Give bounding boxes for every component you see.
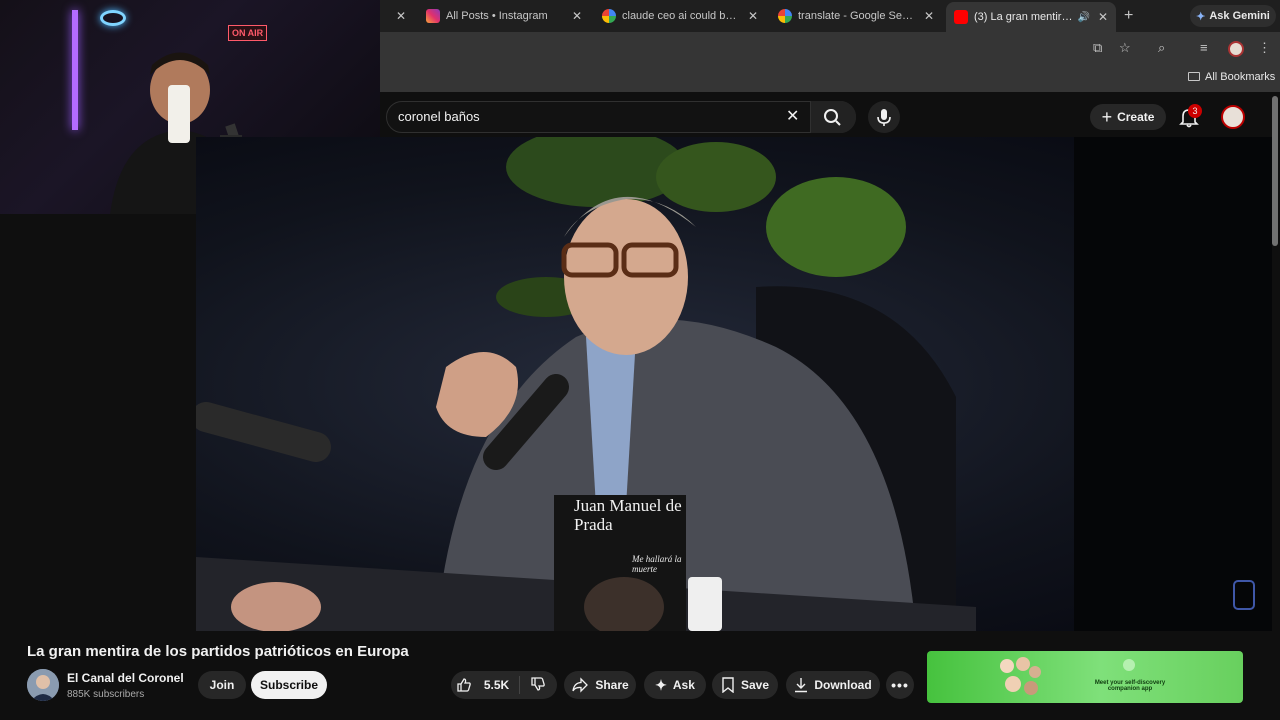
like-dislike-group: 5.5K [451,671,557,699]
more-actions-button[interactable]: ••• [886,671,914,699]
tab-instagram[interactable]: All Posts • Instagram ✕ [418,4,590,28]
tab-partial[interactable]: ✕ [380,4,410,28]
download-button[interactable]: Download [786,671,880,699]
thumbs-up-icon [457,678,471,692]
instagram-icon [426,9,440,23]
channel-name[interactable]: El Canal del Coronel [67,671,184,685]
ask-label: Ask [672,678,695,692]
like-divider [519,676,521,694]
notification-count-badge: 3 [1188,104,1202,118]
bookmark-icon [722,677,734,693]
tab-title: translate - Google Search [798,10,916,22]
like-count: 5.5K [483,678,510,692]
ad-faces-collage [1000,657,1041,695]
ask-button[interactable]: ✦ Ask [644,671,706,699]
channel-avatar[interactable] [27,669,59,701]
book-title-text: Me hallará la muerte [632,554,682,574]
install-app-icon[interactable]: ⧉ [1093,40,1102,56]
bookmark-star-icon[interactable]: ☆ [1119,40,1131,56]
neon-ufo-sign [100,10,126,26]
all-bookmarks-label: All Bookmarks [1205,71,1276,83]
thumbs-down-icon [531,676,545,691]
search-button[interactable] [810,101,856,133]
speaker-icon[interactable]: 🔊 [1077,12,1089,23]
video-frame [196,137,1272,631]
video-title: La gran mentira de los partidos patrióti… [27,643,409,660]
reading-list-icon[interactable]: ≡ [1200,40,1208,55]
youtube-icon [954,10,968,24]
tab-close-icon[interactable]: ✕ [572,9,582,23]
download-icon [795,678,808,693]
new-tab-button[interactable]: + [1124,7,1133,25]
menu-dots-icon[interactable]: ⋮ [1258,40,1271,56]
profile-avatar-icon[interactable] [1228,41,1244,57]
create-button[interactable]: + Create [1090,104,1166,130]
all-bookmarks-button[interactable]: All Bookmarks [1188,71,1275,83]
tab-title: (3) La gran mentira de l [974,11,1073,23]
ad-tagline: Meet your self-discovery companion app [1094,680,1166,692]
tab-close-icon[interactable]: ✕ [1098,10,1108,24]
microphone-icon [877,109,891,126]
tab-youtube-active[interactable]: (3) La gran mentira de l 🔊 ✕ [946,2,1116,32]
subscribe-button[interactable]: Subscribe [251,671,327,699]
share-arrow-icon [572,677,589,693]
save-button[interactable]: Save [712,671,778,699]
tab-close-icon[interactable]: ✕ [396,9,406,23]
video-player[interactable]: Juan Manuel de Prada Me hallará la muert… [196,137,1272,631]
ask-gemini-button[interactable]: ✦ Ask Gemini [1190,5,1276,27]
google-icon [778,9,792,23]
google-icon [602,9,616,23]
download-label: Download [814,678,872,692]
plus-icon: + [1101,106,1113,127]
folder-icon [1188,72,1200,81]
address-bar[interactable] [380,32,1280,64]
ask-gemini-label: Ask Gemini [1209,10,1270,22]
search-icon [824,109,841,126]
sidebar-ad-banner[interactable] [927,651,1243,703]
like-button[interactable]: 5.5K [456,677,509,693]
tab-title: claude ceo ai could be con [622,10,740,22]
dislike-button[interactable] [530,676,552,695]
bookmarks-bar [380,64,1280,92]
share-button[interactable]: Share [564,671,636,699]
book-author-text: Juan Manuel de Prada [574,496,682,534]
clear-search-icon[interactable]: ✕ [786,106,799,126]
create-label: Create [1117,110,1155,124]
join-button[interactable]: Join [198,671,246,699]
share-label: Share [595,678,629,692]
sparkle-icon: ✦ [655,676,667,693]
voice-search-button[interactable] [868,101,900,133]
tab-title: All Posts • Instagram [446,10,548,22]
tab-translate-search[interactable]: translate - Google Search ✕ [770,4,942,28]
page-scrollbar[interactable] [1272,96,1278,246]
channel-avatar-image [27,669,59,701]
account-avatar[interactable] [1221,105,1245,129]
tab-close-icon[interactable]: ✕ [748,9,758,23]
gemini-icon: ✦ [1196,10,1206,23]
tab-close-icon[interactable]: ✕ [924,9,934,23]
tab-search-icon[interactable]: ⌕ [1158,40,1165,56]
save-label: Save [740,678,770,692]
more-dots-icon: ••• [891,677,909,693]
tab-claude-search[interactable]: claude ceo ai could be con ✕ [594,4,766,28]
search-query-text[interactable]: coronel baños [398,109,480,124]
ad-app-logo [1123,659,1135,671]
neon-light [72,10,78,130]
subscriber-count: 885K subscribers [67,689,145,700]
